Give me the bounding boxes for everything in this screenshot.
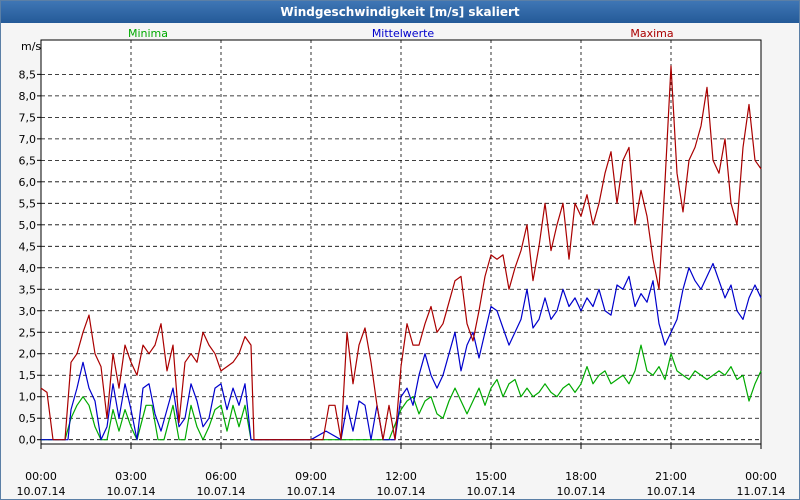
x-tick-time: 00:00 bbox=[25, 470, 57, 483]
legend-maxima: Maxima bbox=[630, 27, 673, 40]
legend-mittelwerte: Mittelwerte bbox=[372, 27, 435, 40]
y-tick-label: 3,0 bbox=[19, 305, 37, 318]
x-tick-date: 10.07.14 bbox=[107, 485, 156, 498]
x-tick-time: 06:00 bbox=[205, 470, 237, 483]
window-title: Windgeschwindigkeit [m/s] skaliert bbox=[1, 1, 799, 23]
y-tick-label: 4,5 bbox=[19, 240, 37, 253]
x-tick-time: 15:00 bbox=[475, 470, 507, 483]
y-tick-label: 3,5 bbox=[19, 283, 37, 296]
y-tick-label: 7,5 bbox=[19, 111, 37, 124]
x-tick-date: 10.07.14 bbox=[197, 485, 246, 498]
x-tick-date: 10.07.14 bbox=[467, 485, 516, 498]
x-tick-date: 10.07.14 bbox=[647, 485, 696, 498]
x-tick-date: 10.07.14 bbox=[557, 485, 606, 498]
y-tick-label: 8,5 bbox=[19, 68, 37, 81]
y-tick-label: 2,5 bbox=[19, 326, 37, 339]
y-tick-label: 0,5 bbox=[19, 412, 37, 425]
x-tick-date: 11.07.14 bbox=[737, 485, 786, 498]
y-tick-label: 1,5 bbox=[19, 369, 37, 382]
y-tick-label: 0,0 bbox=[19, 434, 37, 447]
chart-window: Windgeschwindigkeit [m/s] skaliert m/s 0… bbox=[0, 0, 800, 500]
x-tick-time: 09:00 bbox=[295, 470, 327, 483]
y-tick-label: 5,0 bbox=[19, 219, 37, 232]
legend-minima: Minima bbox=[128, 27, 168, 40]
y-tick-label: 1,0 bbox=[19, 391, 37, 404]
y-tick-label: 6,0 bbox=[19, 176, 37, 189]
x-tick-time: 21:00 bbox=[655, 470, 687, 483]
y-tick-label: 4,0 bbox=[19, 262, 37, 275]
x-tick-time: 00:00 bbox=[745, 470, 777, 483]
x-tick-time: 18:00 bbox=[565, 470, 597, 483]
x-tick-time: 03:00 bbox=[115, 470, 147, 483]
y-tick-label: 8,0 bbox=[19, 90, 37, 103]
x-tick-date: 10.07.14 bbox=[287, 485, 336, 498]
y-axis-unit: m/s bbox=[21, 40, 41, 53]
x-tick-date: 10.07.14 bbox=[17, 485, 66, 498]
chart-area: m/s 0,0 0,5 1,0 1,5 2,0 2,5 3,0 3,5 4,0 4,5 5,0 5,5… bbox=[1, 23, 799, 499]
y-tick-label: 2,0 bbox=[19, 348, 37, 361]
y-tick-label: 7,0 bbox=[19, 133, 37, 146]
x-tick-date: 10.07.14 bbox=[377, 485, 426, 498]
y-tick-label: 6,5 bbox=[19, 154, 37, 167]
x-tick-time: 12:00 bbox=[385, 470, 417, 483]
y-tick-label: 5,5 bbox=[19, 197, 37, 210]
